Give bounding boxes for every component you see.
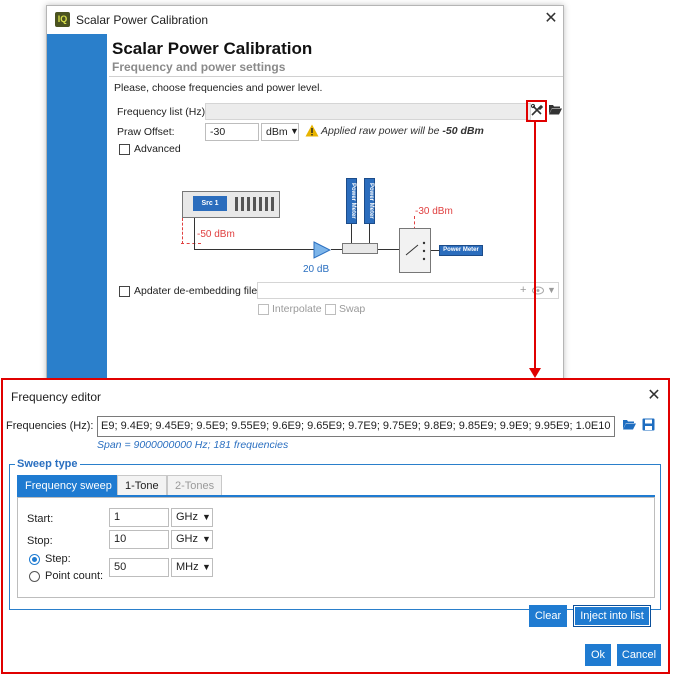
instructions-text: Please, choose frequencies and power lev… [114, 82, 323, 94]
advanced-label: Advanced [134, 143, 181, 155]
interpolate-label: Interpolate [272, 303, 322, 315]
deembedding-label: Apdater de-embedding file: [134, 285, 261, 297]
chevron-down-icon: ▼ [290, 126, 299, 136]
amp-gain-label: 20 dB [303, 264, 330, 275]
header-divider [109, 76, 563, 77]
swap-checkbox[interactable] [325, 304, 336, 315]
chevron-down-icon: ▼ [202, 512, 211, 522]
tab-frequency-sweep[interactable]: Frequency sweep [17, 475, 120, 497]
source-power-label: -50 dBm [197, 229, 235, 240]
tab-1-tone[interactable]: 1-Tone [117, 475, 167, 497]
span-summary: Span = 9000000000 Hz; 181 frequencies [97, 439, 289, 451]
wire [194, 218, 195, 250]
step-label: Step: [45, 553, 71, 565]
folder-open-icon[interactable] [621, 418, 637, 434]
calibration-diagram: Src 1 -50 dBm 20 dB Power Meter Power Me… [109, 166, 563, 276]
source-power-drop [182, 218, 183, 244]
connector-line [534, 120, 536, 370]
window-title: Scalar Power Calibration [76, 13, 209, 27]
frequency-editor-dialog: Frequency editor ✕ Frequencies (Hz): E9;… [1, 378, 670, 674]
source-power-marker [181, 243, 201, 244]
raw-offset-unit-select[interactable]: dBm ▼ [261, 123, 299, 141]
start-input[interactable]: 1 [109, 508, 169, 527]
sweep-type-label: Sweep type [15, 458, 80, 470]
step-radio[interactable] [29, 554, 40, 565]
warning-value: -50 dBm [442, 125, 484, 137]
stop-unit-select[interactable]: GHz ▼ [171, 530, 213, 549]
point-count-radio[interactable] [29, 571, 40, 582]
add-icon[interactable]: + [520, 284, 526, 296]
amplifier-icon [313, 241, 331, 259]
tab-2-tones[interactable]: 2-Tones [167, 475, 223, 497]
raw-offset-label: Praw Offset: [117, 126, 175, 138]
inject-into-list-button[interactable]: Inject into list [573, 605, 651, 627]
tools-icon[interactable] [529, 103, 545, 119]
folder-open-icon[interactable] [547, 103, 563, 119]
ok-button[interactable]: Ok [585, 644, 611, 666]
coupler [342, 243, 378, 254]
power-meter-3: Power Meter [439, 245, 483, 256]
frequencies-label: Frequencies (Hz): [6, 420, 94, 432]
interpolate-checkbox[interactable] [258, 304, 269, 315]
swap-label: Swap [339, 303, 366, 315]
power-meter-2: Power Meter [364, 178, 375, 224]
close-icon[interactable]: ✕ [541, 9, 561, 29]
start-unit-select[interactable]: GHz ▼ [171, 508, 213, 527]
warning-message: Applied raw power will be -50 dBm [321, 125, 484, 137]
start-unit: GHz [176, 511, 198, 523]
switch-box [399, 228, 431, 273]
clear-button[interactable]: Clear [529, 605, 567, 627]
stop-unit: GHz [176, 533, 198, 545]
frequency-list-label: Frequency list (Hz): [117, 106, 209, 118]
header-subtitle: Frequency and power settings [112, 60, 286, 74]
step-unit: MHz [176, 561, 199, 573]
close-icon[interactable]: ✕ [644, 386, 664, 406]
calibration-window: IQ Scalar Power Calibration ✕ Scalar Pow… [46, 5, 564, 388]
wire [194, 249, 316, 250]
wire [351, 224, 352, 243]
chevron-down-icon: ▼ [202, 534, 211, 544]
deembedding-checkbox[interactable] [119, 286, 130, 297]
header-title: Scalar Power Calibration [112, 39, 313, 58]
start-label: Start: [27, 513, 54, 525]
stop-label: Stop: [27, 535, 53, 547]
frequencies-input[interactable]: E9; 9.4E9; 9.45E9; 9.5E9; 9.55E9; 9.6E9;… [97, 416, 615, 437]
chevron-down-icon: ▼ [202, 562, 211, 572]
source-label: Src 1 [193, 196, 227, 211]
power-meter-1: Power Meter [346, 178, 357, 224]
dialog-title: Frequency editor [11, 390, 102, 404]
frequency-list-field[interactable] [205, 103, 531, 120]
step-unit-select[interactable]: MHz ▼ [171, 558, 213, 577]
arrow-down-icon [529, 368, 541, 378]
warning-icon [305, 124, 319, 138]
deembedding-file-field[interactable]: + ▼ [257, 282, 559, 299]
advanced-checkbox[interactable] [119, 144, 130, 155]
chevron-down-icon[interactable]: ▼ [547, 285, 556, 295]
meter-power-label: -30 dBm [415, 206, 453, 217]
save-icon[interactable] [640, 418, 656, 434]
app-logo-icon: IQ [55, 12, 70, 27]
cancel-button[interactable]: Cancel [617, 644, 661, 666]
generator-keys [235, 197, 275, 211]
wire [378, 249, 400, 250]
raw-offset-input[interactable]: -30 [205, 123, 259, 141]
wizard-sidebar [47, 34, 107, 388]
warning-prefix: Applied raw power will be [321, 125, 443, 137]
wire [369, 224, 370, 243]
raw-offset-unit: dBm [266, 126, 288, 138]
point-count-label: Point count: [45, 570, 104, 582]
signal-generator: Src 1 [182, 191, 280, 218]
stop-input[interactable]: 10 [109, 530, 169, 549]
step-input[interactable]: 50 [109, 558, 169, 577]
